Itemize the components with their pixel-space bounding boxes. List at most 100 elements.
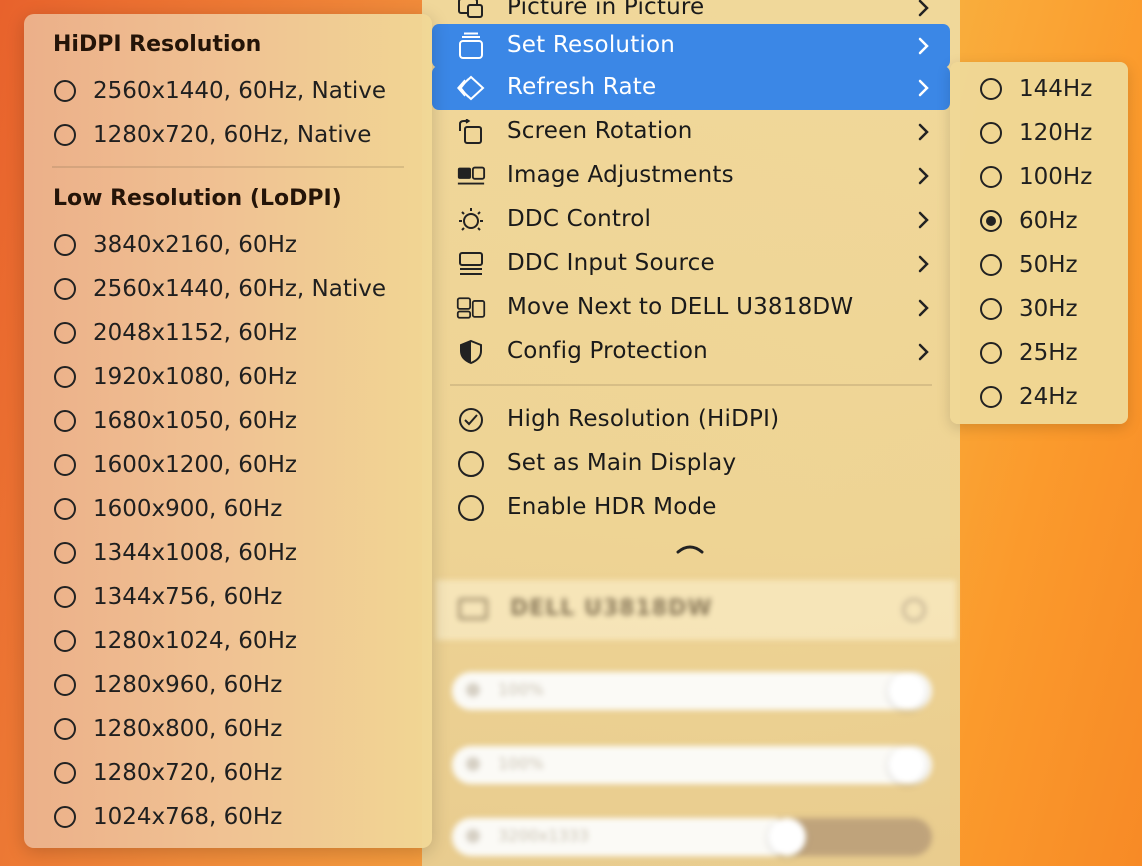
resolution-option[interactable]: 1280x1024, 60Hz (54, 619, 297, 663)
slider-knob[interactable] (768, 818, 806, 856)
pip-icon (456, 0, 486, 20)
refresh-rate-option[interactable]: 50Hz (980, 243, 1078, 287)
speaker-icon (466, 757, 480, 771)
radio-icon (54, 234, 76, 256)
slider-knob[interactable] (888, 746, 926, 784)
radio-icon (54, 806, 76, 828)
toggle-label: High Resolution (HiDPI) (507, 406, 780, 432)
input-source-icon (456, 252, 486, 276)
menu-item-screen-rotation[interactable]: Screen Rotation (432, 110, 950, 154)
menu-item-label: Screen Rotation (507, 118, 693, 144)
menu-item-label: Set Resolution (507, 32, 676, 58)
resolution-option[interactable]: 2560x1440, 60Hz, Native (54, 69, 386, 113)
radio-icon (54, 498, 76, 520)
resolution-slider[interactable]: 3200x1333 (452, 818, 932, 856)
radio-icon (54, 586, 76, 608)
resolution-option[interactable]: 1280x960, 60Hz (54, 663, 282, 707)
resolution-option[interactable]: 1280x800, 60Hz (54, 707, 282, 751)
menu-item-label: Image Adjustments (507, 162, 734, 188)
rotation-icon (456, 119, 486, 144)
image-adjust-icon (456, 164, 486, 188)
menu-item-label: Picture in Picture (507, 0, 705, 20)
toggle-label: Set as Main Display (507, 450, 737, 476)
toggle-set-as-main-display[interactable]: Set as Main Display (432, 442, 950, 486)
radio-icon (54, 674, 76, 696)
radio-icon (54, 322, 76, 344)
menu-item-ddc-input-source[interactable]: DDC Input Source (432, 242, 950, 286)
refresh-rate-icon (456, 75, 486, 101)
settings-icon[interactable] (902, 598, 926, 622)
chevron-right-icon (918, 123, 929, 141)
radio-empty-icon (456, 451, 486, 477)
refresh-rate-option[interactable]: 144Hz (980, 67, 1092, 111)
resolution-option[interactable]: 1280x720, 60Hz, Native (54, 113, 371, 157)
menu-item-move-next-to-display[interactable]: Move Next to DELL U3818DW (432, 286, 950, 330)
chevron-right-icon (918, 255, 929, 273)
refresh-rate-option[interactable]: 24Hz (980, 375, 1078, 419)
refresh-rate-option[interactable]: 100Hz (980, 155, 1092, 199)
menu-item-config-protection[interactable]: Config Protection (432, 330, 950, 374)
chevron-right-icon (918, 211, 929, 229)
refresh-rate-option[interactable]: 120Hz (980, 111, 1092, 155)
radio-icon (980, 166, 1002, 188)
menu-item-ddc-control[interactable]: DDC Control (432, 198, 950, 242)
radio-selected-icon (980, 210, 1002, 232)
refresh-rate-option-selected[interactable]: 60Hz (980, 199, 1078, 243)
resolution-option[interactable]: 1344x756, 60Hz (54, 575, 282, 619)
chevron-up-icon[interactable] (674, 540, 706, 556)
brightness-slider[interactable]: 100% (452, 672, 932, 710)
radio-icon (980, 254, 1002, 276)
resolution-submenu: HiDPI Resolution 2560x1440, 60Hz, Native… (24, 14, 432, 848)
monitor-icon (458, 598, 488, 620)
toggle-label: Enable HDR Mode (507, 494, 717, 520)
section-divider (52, 166, 404, 168)
radio-icon (54, 80, 76, 102)
resolution-option[interactable]: 3840x2160, 60Hz (54, 223, 297, 267)
radio-icon (54, 278, 76, 300)
radio-icon (980, 122, 1002, 144)
volume-value: 100% (498, 754, 544, 773)
display-icon (466, 829, 480, 843)
refresh-rate-submenu: 144Hz 120Hz 100Hz 60Hz 50Hz 30Hz 25Hz 24… (950, 62, 1128, 424)
radio-icon (980, 298, 1002, 320)
radio-icon (54, 762, 76, 784)
radio-icon (54, 124, 76, 146)
resolution-option[interactable]: 1024x768, 60Hz (54, 795, 282, 839)
resolution-option[interactable]: 1600x1200, 60Hz (54, 443, 297, 487)
chevron-right-icon (918, 167, 929, 185)
menu-item-label: DDC Input Source (507, 250, 715, 276)
resolution-option[interactable]: 2048x1152, 60Hz (54, 311, 297, 355)
display-name: DELL U3818DW (510, 596, 713, 621)
toggle-enable-hdr-mode[interactable]: Enable HDR Mode (432, 486, 950, 530)
resolution-option[interactable]: 1600x900, 60Hz (54, 487, 282, 531)
menu-item-label: Config Protection (507, 338, 708, 364)
toggle-high-resolution-hidpi[interactable]: High Resolution (HiDPI) (432, 398, 950, 442)
lodpi-section-header: Low Resolution (LoDPI) (53, 186, 342, 211)
display-control-panel: DELL U3818DW 100% 100% 3200x1333 (432, 560, 960, 866)
menu-item-refresh-rate[interactable]: Refresh Rate (432, 66, 950, 110)
radio-icon (54, 630, 76, 652)
resolution-option[interactable]: 2560x1440, 60Hz, Native (54, 267, 386, 311)
refresh-rate-option[interactable]: 25Hz (980, 331, 1078, 375)
menu-item-label: DDC Control (507, 206, 652, 232)
radio-empty-icon (456, 495, 486, 521)
radio-icon (980, 386, 1002, 408)
menu-item-image-adjustments[interactable]: Image Adjustments (432, 154, 950, 198)
resolution-option[interactable]: 1680x1050, 60Hz (54, 399, 297, 443)
menu-item-set-resolution[interactable]: Set Resolution (432, 24, 950, 68)
radio-icon (980, 342, 1002, 364)
resolution-option[interactable]: 1280x720, 60Hz (54, 751, 282, 795)
chevron-right-icon (918, 0, 929, 17)
checkmark-circle-icon (456, 408, 486, 432)
radio-icon (54, 366, 76, 388)
refresh-rate-option[interactable]: 30Hz (980, 287, 1078, 331)
brightness-value: 100% (498, 680, 544, 699)
sun-icon (466, 683, 480, 697)
slider-knob[interactable] (888, 672, 926, 710)
radio-icon (54, 454, 76, 476)
resolution-option[interactable]: 1344x1008, 60Hz (54, 531, 297, 575)
chevron-right-icon (918, 299, 929, 317)
resolution-option[interactable]: 1920x1080, 60Hz (54, 355, 297, 399)
radio-icon (980, 78, 1002, 100)
volume-slider[interactable]: 100% (452, 746, 932, 784)
